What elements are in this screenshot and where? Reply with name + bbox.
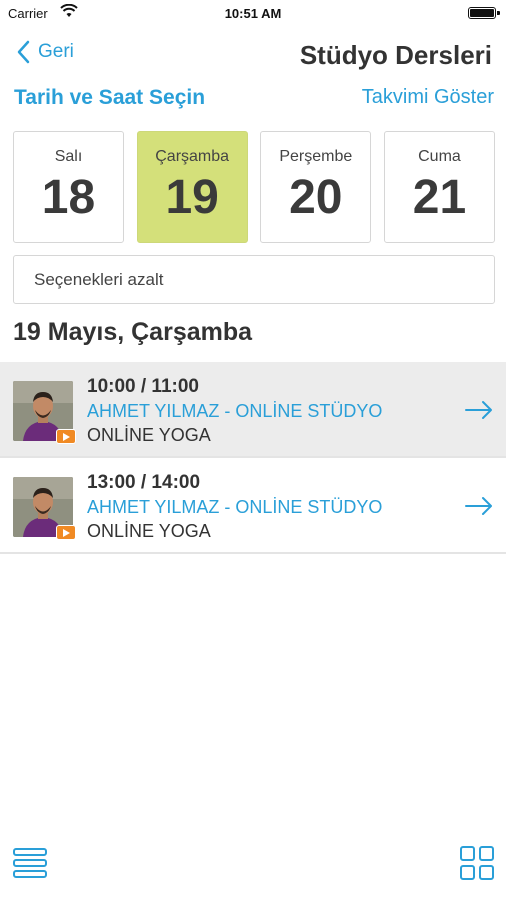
- day-name: Çarşamba: [155, 148, 230, 165]
- grid-icon[interactable]: [460, 846, 494, 880]
- battery-icon: [468, 7, 500, 19]
- back-button[interactable]: Geri: [16, 40, 74, 64]
- chevron-left-icon: [17, 40, 30, 64]
- show-calendar-link[interactable]: Takvimi Göster: [362, 86, 494, 109]
- day-name: Perşembe: [279, 148, 353, 165]
- select-date-time-label: Tarih ve Saat Seçin: [14, 86, 206, 109]
- list-icon[interactable]: [13, 848, 47, 878]
- class-instructor: AHMET YILMAZ - ONLİNE STÜDYO: [87, 401, 383, 421]
- page-title: Stüdyo Dersleri: [299, 40, 492, 70]
- class-type: ONLİNE YOGA: [87, 425, 211, 445]
- arrow-right-icon: [465, 401, 492, 419]
- navigation-bar: Geri Stüdyo Dersleri: [0, 30, 506, 78]
- class-time: 13:00 / 14:00: [87, 472, 201, 493]
- class-list: 10:00 / 11:00 AHMET YILMAZ - ONLİNE STÜD…: [0, 362, 506, 554]
- day-card-wednesday[interactable]: Çarşamba 19: [136, 131, 248, 243]
- day-card-thursday[interactable]: Perşembe 20: [260, 131, 372, 243]
- back-label: Geri: [38, 41, 74, 62]
- arrow-right-icon: [465, 497, 492, 515]
- day-number: 20: [289, 171, 343, 224]
- class-instructor: AHMET YILMAZ - ONLİNE STÜDYO: [87, 497, 383, 517]
- day-card-friday[interactable]: Cuma 21: [383, 131, 495, 243]
- class-row[interactable]: 13:00 / 14:00 AHMET YILMAZ - ONLİNE STÜD…: [0, 458, 506, 554]
- day-name: Cuma: [418, 148, 461, 165]
- clock: 10:51 AM: [224, 6, 282, 21]
- play-icon: [56, 525, 76, 540]
- reduce-options-button[interactable]: Seçenekleri azalt: [13, 255, 495, 304]
- selected-date-heading: 19 Mayıs, Çarşamba: [13, 318, 253, 346]
- day-card-tuesday[interactable]: Salı 18: [13, 131, 124, 243]
- day-number: 19: [165, 171, 219, 224]
- day-number: 18: [41, 171, 96, 224]
- day-number: 21: [412, 171, 467, 224]
- status-bar: Carrier 10:51 AM: [0, 0, 506, 26]
- day-name: Salı: [54, 148, 83, 165]
- day-selector: Salı 18 Çarşamba 19 Perşembe 20 Cuma 21: [13, 131, 495, 243]
- class-row[interactable]: 10:00 / 11:00 AHMET YILMAZ - ONLİNE STÜD…: [0, 362, 506, 458]
- class-type: ONLİNE YOGA: [87, 521, 211, 541]
- section-header: Tarih ve Saat Seçin Takvimi Göster: [0, 84, 506, 114]
- play-icon: [56, 429, 76, 444]
- class-time: 10:00 / 11:00: [87, 376, 199, 397]
